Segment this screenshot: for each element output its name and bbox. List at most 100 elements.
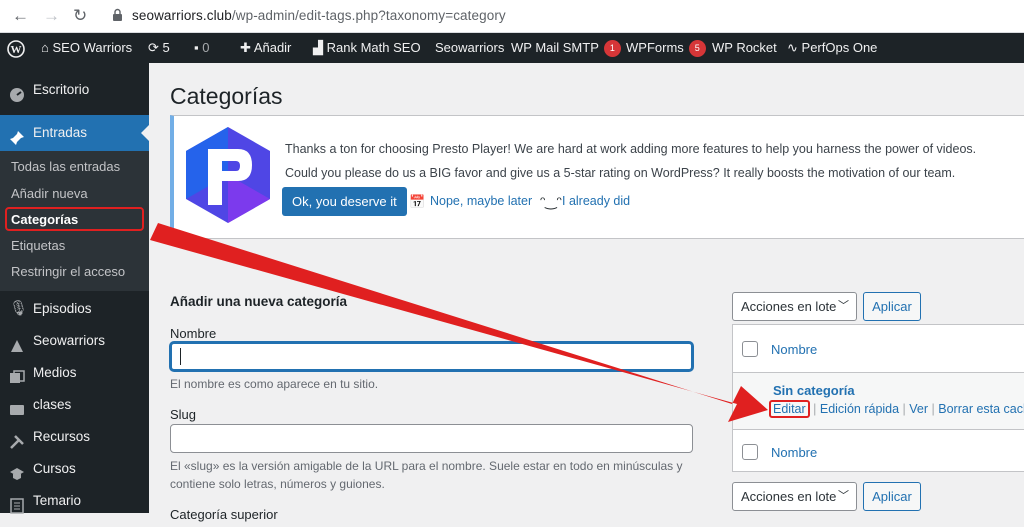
updates-link[interactable]: ⟳ 5 (148, 33, 170, 63)
updates-count: 5 (162, 40, 170, 55)
menu-seowarriors[interactable]: Seowarriors (0, 324, 149, 358)
address-bar[interactable]: seowarriors.club/wp-admin/edit-tags.php?… (132, 8, 506, 23)
categorias-highlight-box (5, 207, 144, 231)
calendar-icon: 📅 (409, 194, 426, 209)
back-icon[interactable]: ← (12, 7, 29, 25)
lock-icon (113, 8, 122, 21)
submenu-todas[interactable]: Todas las entradas (11, 157, 120, 177)
menu-cursos[interactable]: Cursos (0, 452, 149, 486)
comments-link[interactable]: ▪ 0 (194, 33, 209, 63)
wpforms-link[interactable]: WPForms 5 (626, 33, 706, 63)
perfops-link[interactable]: ∿ PerfOps One (787, 33, 877, 63)
wp-rocket-link[interactable]: WP Rocket (712, 33, 777, 63)
name-input[interactable] (170, 342, 693, 371)
site-name-link[interactable]: ⌂ SEO Warriors (41, 33, 132, 63)
perfops-label: PerfOps One (801, 40, 878, 55)
slug-label: Slug (170, 407, 197, 422)
submenu-anadir[interactable]: Añadir nueva (11, 184, 88, 204)
apply-button-bottom[interactable]: Aplicar (863, 482, 921, 511)
updates-icon: ⟳ (148, 40, 159, 55)
seowarriors-icon (9, 333, 25, 352)
wordpress-logo-icon[interactable]: W (7, 33, 25, 63)
browser-toolbar: ← → ↻ seowarriors.club/wp-admin/edit-tag… (0, 0, 1024, 33)
menu-medios-label: Medios (33, 365, 77, 380)
menu-escritorio[interactable]: Escritorio (0, 73, 149, 107)
menu-cursos-label: Cursos (33, 461, 76, 476)
parent-label: Categoría superior (170, 507, 278, 522)
slug-help-1: El «slug» es la versión amigable de la U… (170, 459, 683, 473)
column-name-footer[interactable]: Nombre (771, 445, 817, 460)
select-all-checkbox[interactable] (742, 341, 758, 357)
notice-line-2: Could you please do us a BIG favor and g… (285, 166, 956, 180)
presto-player-logo (186, 127, 270, 223)
menu-episodios[interactable]: 🎙 Episodios (0, 292, 149, 326)
select-all-checkbox-footer[interactable] (742, 444, 758, 460)
chevron-down-icon: ﹀ (838, 300, 849, 312)
wp-mail-smtp-label: WP Mail SMTP (511, 40, 599, 55)
form-heading: Añadir una nueva categoría (170, 294, 348, 309)
syllabus-icon (9, 493, 25, 514)
comments-count: 0 (202, 40, 210, 55)
slug-input[interactable] (170, 424, 693, 453)
name-help: El nombre es como aparece en tu sitio. (170, 377, 379, 391)
bulk-actions-value-bottom: Acciones en lote (741, 489, 837, 504)
edit-link[interactable]: Editar (769, 400, 810, 418)
menu-seowarriors-label: Seowarriors (33, 333, 106, 348)
menu-escritorio-label: Escritorio (33, 82, 90, 97)
menu-clases-label: clases (33, 397, 72, 412)
already-did-link[interactable]: I already did (562, 194, 630, 208)
microphone-icon: 🎙 (9, 300, 29, 317)
ok-deserve-it-button[interactable]: Ok, you deserve it (282, 187, 407, 216)
submenu-restringir[interactable]: Restringir el acceso (11, 262, 125, 282)
wp-mail-smtp-link[interactable]: WP Mail SMTP 1 (511, 33, 621, 63)
url-path: /wp-admin/edit-tags.php?taxonomy=categor… (231, 8, 506, 23)
rank-math-label: Rank Math SEO (326, 40, 421, 55)
view-link[interactable]: Ver (909, 402, 928, 416)
new-label: Añadir (253, 40, 292, 55)
url-host: seowarriors.club (132, 8, 232, 23)
menu-entradas[interactable]: Entradas (0, 115, 149, 151)
forward-icon[interactable]: → (43, 7, 60, 25)
main-content: Categorías Thanks a ton for choosing Pre… (149, 63, 1024, 522)
current-marker-icon (141, 125, 149, 141)
reload-icon[interactable]: ↻ (73, 7, 87, 25)
quick-edit-link[interactable]: Edición rápida (820, 402, 899, 416)
categories-table: Nombre Sin categoría Editar | Edición rá… (732, 324, 1024, 472)
table-header: Nombre (733, 325, 1024, 373)
rank-math-icon: ▟ (313, 40, 323, 55)
table-footer: Nombre (733, 429, 1024, 473)
notice-line-1: Thanks a ton for choosing Presto Player!… (285, 142, 977, 156)
apply-button-top[interactable]: Aplicar (863, 292, 921, 321)
wpforms-label: WPForms (626, 40, 684, 55)
new-content-link[interactable]: ✚ Añadir (240, 33, 291, 63)
rank-math-link[interactable]: ▟ Rank Math SEO (313, 33, 421, 63)
wpforms-badge: 5 (688, 40, 706, 58)
wp-mail-smtp-badge: 1 (603, 40, 621, 58)
bulk-actions-select-top[interactable]: Acciones en lote ﹀ (732, 292, 857, 321)
column-name-header[interactable]: Nombre (771, 342, 817, 357)
home-icon: ⌂ (41, 40, 49, 55)
media-icon (9, 365, 25, 383)
chevron-down-icon: ﹀ (838, 490, 849, 502)
presto-player-notice: Thanks a ton for choosing Presto Player!… (170, 115, 1024, 239)
smile-icon: ᵔ‿ᵔ (540, 193, 562, 209)
row-title-sin-categoria[interactable]: Sin categoría (773, 383, 855, 398)
submenu-etiquetas[interactable]: Etiquetas (11, 236, 65, 256)
plus-icon: ✚ (240, 40, 251, 55)
clear-cache-link[interactable]: Borrar esta caché (938, 402, 1024, 416)
maybe-later-link[interactable]: Nope, maybe later (430, 194, 532, 208)
text-cursor (180, 348, 181, 365)
wp-admin-bar: W ⌂ SEO Warriors ⟳ 5 ▪ 0 ✚ Añadir ▟ Rank… (0, 33, 1024, 63)
name-label: Nombre (170, 326, 217, 341)
menu-medios[interactable]: Medios (0, 356, 149, 390)
table-row: Sin categoría Editar | Edición rápida | … (733, 373, 1024, 429)
menu-clases[interactable]: clases (0, 388, 149, 422)
admin-sidebar: Escritorio Entradas Todas las entradas A… (0, 63, 149, 514)
menu-recursos-label: Recursos (33, 429, 91, 444)
menu-recursos[interactable]: Recursos (0, 420, 149, 454)
row-actions: Editar | Edición rápida | Ver | Borrar e… (769, 400, 1024, 418)
seowarriors-link[interactable]: Seowarriors (435, 33, 504, 63)
pulse-icon: ∿ (787, 40, 798, 55)
menu-episodios-label: Episodios (33, 301, 92, 316)
bulk-actions-select-bottom[interactable]: Acciones en lote ﹀ (732, 482, 857, 511)
